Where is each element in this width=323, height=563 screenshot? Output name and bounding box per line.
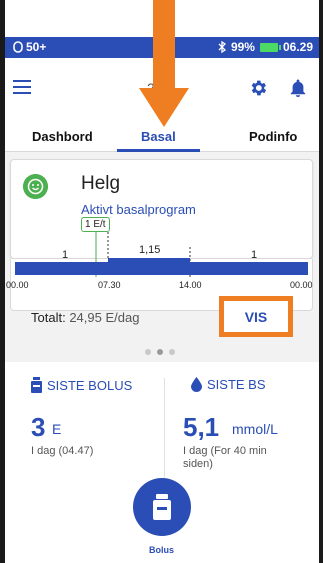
page-indicator [145, 349, 175, 355]
program-status: Aktivt basalprogram [81, 202, 196, 217]
smiley-icon [23, 174, 48, 199]
battery-percent: 99% [230, 40, 255, 54]
signal-text: 50+ [26, 40, 47, 54]
tab-bar: Dashbord Basal Podinfo [5, 122, 319, 152]
last-bg-value: 5,1 [183, 412, 220, 442]
current-rate-badge: 1 E/t [81, 217, 110, 232]
page-dot-active [157, 349, 163, 355]
status-bar: 50+ 99% 06.29 [5, 37, 319, 58]
last-bolus-value: 3 [31, 412, 46, 442]
last-bolus-time: I dag (04.47) [31, 445, 94, 457]
bolus-button[interactable] [133, 478, 191, 536]
page-dot [145, 349, 151, 355]
bottle-icon [31, 377, 42, 393]
tab-podinfo[interactable]: Podinfo [249, 129, 297, 144]
menu-icon[interactable] [13, 80, 31, 94]
tab-dashbord[interactable]: Dashbord [32, 129, 93, 144]
bluetooth-icon [218, 41, 226, 53]
clock: 06.29 [282, 40, 313, 54]
blood-drop-icon [191, 377, 202, 392]
program-name: Helg [81, 173, 121, 194]
battery-icon [259, 42, 281, 52]
top-strip [0, 0, 323, 37]
bolus-icon [153, 494, 171, 520]
last-bg-unit: mmol/L [232, 421, 278, 437]
last-bg-title: SISTE BS [191, 377, 266, 392]
last-bg-time-line2: siden) [183, 458, 213, 470]
tab-basal[interactable]: Basal [141, 129, 176, 144]
page-dot [169, 349, 175, 355]
last-bg-label: SISTE BS [207, 377, 266, 392]
last-bg-time-line1: I dag (For 40 min [183, 445, 267, 457]
header-title: 2... [147, 80, 167, 96]
last-bg-time: I dag (For 40 min siden) [183, 445, 267, 471]
bolus-button-label: Bolus [149, 545, 175, 555]
gear-icon[interactable] [248, 78, 268, 98]
view-button[interactable]: VIS [219, 296, 293, 337]
total-label: Totalt: [31, 310, 66, 325]
app-header: 2... [5, 58, 319, 118]
bell-icon[interactable] [289, 78, 307, 98]
total-value: 24,95 E/dag [69, 310, 140, 325]
total-daily-dose: Totalt: 24,95 E/dag [31, 310, 139, 325]
device-frame-right [319, 0, 323, 563]
device-frame-left [0, 0, 5, 563]
last-bolus-label: SISTE BOLUS [47, 377, 133, 393]
last-bolus-title: SISTE BOLUS [31, 377, 132, 393]
pod-icon [13, 41, 23, 53]
last-bolus-unit: E [52, 421, 62, 437]
